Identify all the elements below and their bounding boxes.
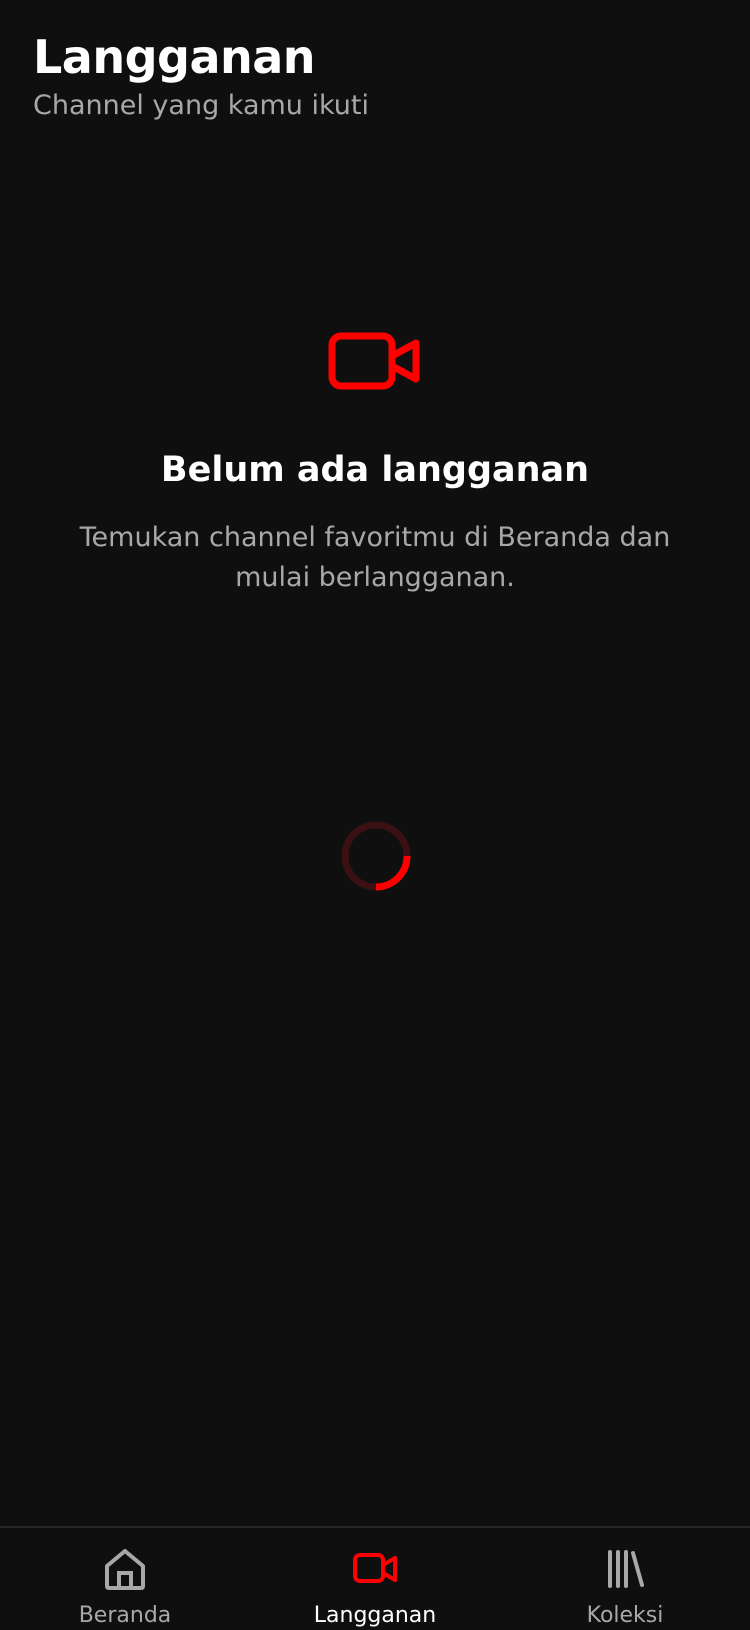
nav-label-beranda: Beranda (78, 1603, 172, 1628)
nav-item-beranda[interactable]: Beranda (0, 1528, 250, 1630)
nav-label-langganan: Langganan (313, 1603, 437, 1628)
nav-label-koleksi: Koleksi (586, 1603, 664, 1628)
page-subtitle: Channel yang kamu ikuti (33, 90, 369, 121)
loading-spinner (341, 821, 411, 891)
page-title: Langganan (33, 30, 316, 84)
home-icon (105, 1549, 145, 1590)
empty-state-title: Belum ada langganan (160, 450, 590, 490)
empty-state: Belum ada langganan Temukan channel favo… (0, 330, 750, 598)
library-icon (608, 1550, 644, 1588)
video-camera-icon (353, 1553, 397, 1583)
page-header: Langganan Channel yang kamu ikuti (33, 28, 717, 124)
bottom-navigation: Beranda Langganan Koleksi (0, 1526, 750, 1628)
nav-item-koleksi[interactable]: Koleksi (500, 1528, 750, 1630)
video-camera-icon (328, 332, 420, 390)
nav-item-langganan[interactable]: Langganan (250, 1528, 500, 1630)
empty-state-description: Temukan channel favoritmu di Beranda dan… (79, 522, 671, 593)
